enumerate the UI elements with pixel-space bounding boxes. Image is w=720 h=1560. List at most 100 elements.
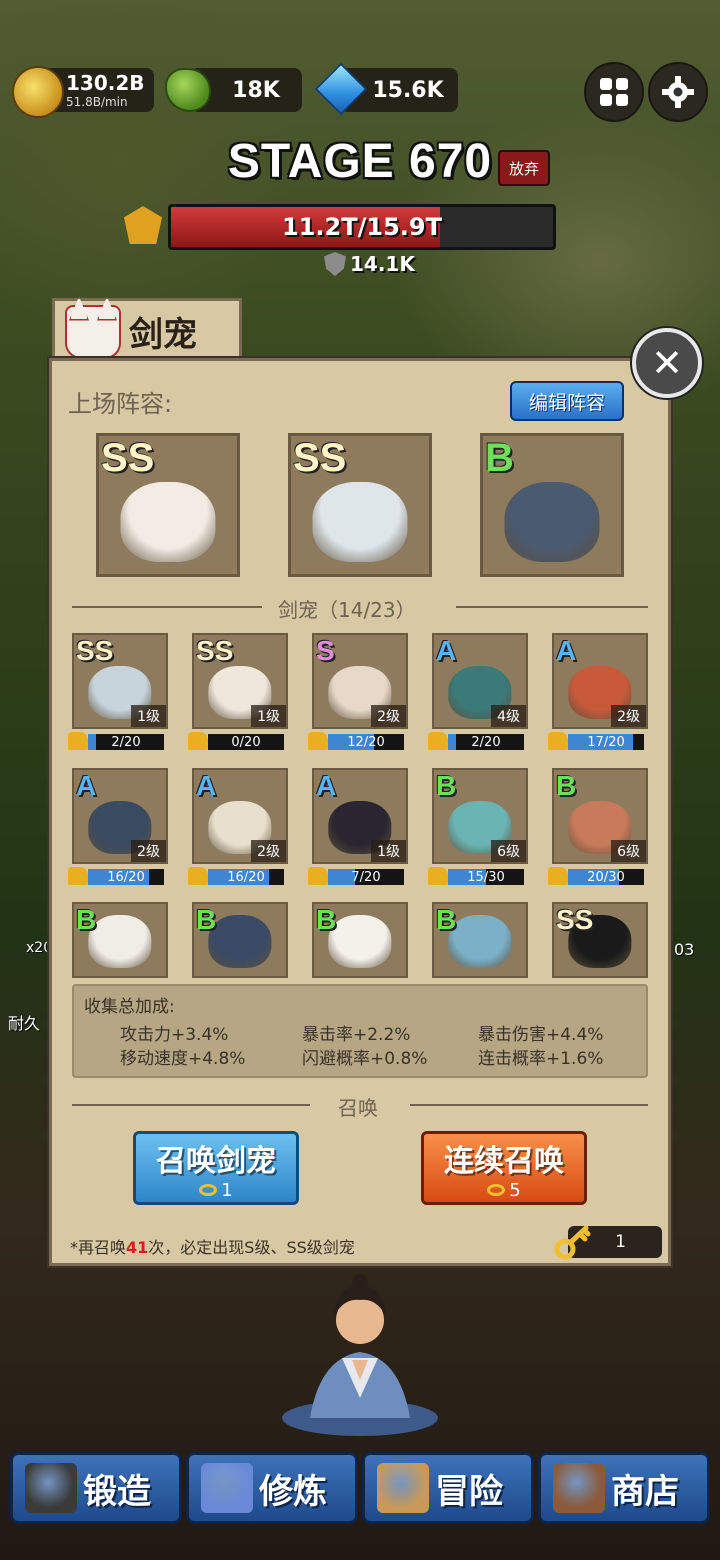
chest-icon — [553, 1463, 605, 1513]
grid-menu-button[interactable] — [584, 62, 644, 122]
bonus-move-speed: 移动速度+4.8% — [120, 1049, 246, 1069]
grade-badge: A — [196, 770, 217, 801]
pet-card[interactable]: SS — [552, 902, 648, 978]
lineup-slot[interactable]: B — [480, 433, 624, 577]
pet-shard-progress-text: 16/20 — [107, 869, 145, 885]
give-up-button[interactable]: 放弃 — [498, 150, 550, 186]
close-button[interactable]: ✕ — [632, 328, 702, 398]
key-icon — [199, 1184, 218, 1196]
nav-button-chest[interactable]: 商店 — [538, 1452, 710, 1524]
pet-shard-progress-text: 12/20 — [347, 734, 385, 750]
pet-level: 4级 — [491, 705, 526, 727]
meditating-hero — [282, 1274, 438, 1436]
pet-shard-progress-text: 17/20 — [587, 734, 625, 750]
summon-multi-cost: 5 — [487, 1179, 521, 1201]
pet-level: 1级 — [371, 840, 406, 862]
shield-icon — [324, 252, 346, 276]
nav-label: 冒险 — [435, 1471, 503, 1512]
pet-shard-progress: 16/20 — [88, 869, 164, 885]
pet-level: 2级 — [131, 840, 166, 862]
grade-badge: SS — [76, 635, 114, 666]
summon-multi-button[interactable]: 连续召唤 5 — [421, 1131, 587, 1205]
grade-badge: B — [436, 770, 457, 801]
pet-card[interactable]: A 2级 — [552, 633, 648, 729]
summon-title: 召唤 — [338, 1096, 378, 1120]
panel-title: 剑宠 — [129, 315, 197, 355]
summon-one-button[interactable]: 召唤剑宠 1 — [133, 1131, 299, 1205]
pet-shard-progress: 16/20 — [208, 869, 284, 885]
pet-card[interactable]: A 1级 — [312, 768, 408, 864]
pet-shard-progress-text: 7/20 — [351, 869, 381, 885]
grade-badge: S — [316, 635, 335, 666]
upgrade-thumb-icon — [68, 867, 88, 885]
gold-key-icon — [554, 1225, 591, 1260]
key-balance-value: 1 — [615, 1232, 626, 1252]
upgrade-thumb-icon — [308, 867, 328, 885]
pity-note: *再召唤41次，必定出现S级、SS级剑宠 — [70, 1234, 355, 1258]
pet-card[interactable]: B — [72, 902, 168, 978]
pet-level: 6级 — [491, 840, 526, 862]
pet-shard-progress-text: 15/30 — [467, 869, 505, 885]
pet-card[interactable]: B 6级 — [432, 768, 528, 864]
grade-badge: B — [196, 904, 217, 935]
upgrade-thumb-icon — [188, 732, 208, 750]
pet-card[interactable]: SS 1级 — [192, 633, 288, 729]
grade-badge: A — [316, 770, 337, 801]
pet-shard-progress-text: 16/20 — [227, 869, 265, 885]
collection-divider-right — [456, 606, 648, 608]
upgrade-thumb-icon — [188, 867, 208, 885]
pet-level: 2级 — [611, 705, 646, 727]
gold-amount: 130.2B — [66, 71, 145, 95]
lineup-slot[interactable]: SS — [96, 433, 240, 577]
lineup-slot[interactable]: SS — [288, 433, 432, 577]
grid-menu-icon — [600, 78, 628, 106]
pet-creature-image — [328, 914, 392, 969]
pet-card[interactable]: B — [192, 902, 288, 978]
close-icon: ✕ — [651, 341, 683, 385]
pet-level: 2级 — [251, 840, 286, 862]
pet-card[interactable]: B — [432, 902, 528, 978]
pet-card[interactable]: B 6级 — [552, 768, 648, 864]
pet-shard-progress-text: 2/20 — [111, 734, 141, 750]
anvil-icon — [25, 1463, 77, 1513]
pet-level: 1级 — [251, 705, 286, 727]
nav-button-map[interactable]: 冒险 — [362, 1452, 534, 1524]
pet-creature-image — [88, 914, 152, 969]
bonus-attack: 攻击力+3.4% — [120, 1025, 229, 1045]
pet-card[interactable]: SS 1级 — [72, 633, 168, 729]
boss-hp-text: 11.2T/15.9T — [282, 213, 442, 241]
upgrade-thumb-icon — [308, 732, 328, 750]
summon-divider-right — [410, 1104, 648, 1106]
side-left-label: 耐久 — [8, 1014, 41, 1033]
edit-lineup-button[interactable]: 编辑阵容 — [510, 381, 624, 421]
nav-button-anvil[interactable]: 锻造 — [10, 1452, 182, 1524]
stage-title: STAGE 670 — [227, 135, 493, 188]
pet-card[interactable]: S 2级 — [312, 633, 408, 729]
summon-multi-cost-value: 5 — [509, 1179, 521, 1201]
pet-card[interactable]: A 4级 — [432, 633, 528, 729]
pet-card[interactable]: A 2级 — [72, 768, 168, 864]
pet-creature-image — [120, 481, 216, 563]
bonus-combo: 连击概率+1.6% — [478, 1049, 604, 1069]
pet-card[interactable]: A 2级 — [192, 768, 288, 864]
pet-shard-progress: 2/20 — [448, 734, 524, 750]
green-resource-amount: 18K — [232, 77, 280, 103]
side-right-count: 03 — [674, 940, 695, 959]
collection-bonus-box: 收集总加成: 攻击力+3.4% 暴击率+2.2% 暴击伤害+4.4% 移动速度+… — [72, 984, 648, 1078]
pet-shard-progress: 15/30 — [448, 869, 524, 885]
orb-icon — [201, 1463, 253, 1513]
summon-one-cost-value: 1 — [221, 1179, 233, 1201]
settings-button[interactable] — [648, 62, 708, 122]
grade-badge: SS — [293, 436, 347, 480]
nav-button-orb[interactable]: 修炼 — [186, 1452, 358, 1524]
grade-badge: SS — [101, 436, 155, 480]
armor-value: 14.1K — [324, 252, 415, 276]
nav-label: 修炼 — [259, 1471, 327, 1512]
grade-badge: A — [436, 635, 457, 666]
pet-shard-progress: 7/20 — [328, 869, 404, 885]
pet-panel-tab: 剑宠 — [52, 298, 242, 362]
summon-multi-label: 连续召唤 — [444, 1143, 564, 1179]
grade-badge: B — [485, 436, 514, 480]
pet-card[interactable]: B — [312, 902, 408, 978]
upgrade-thumb-icon — [428, 732, 448, 750]
